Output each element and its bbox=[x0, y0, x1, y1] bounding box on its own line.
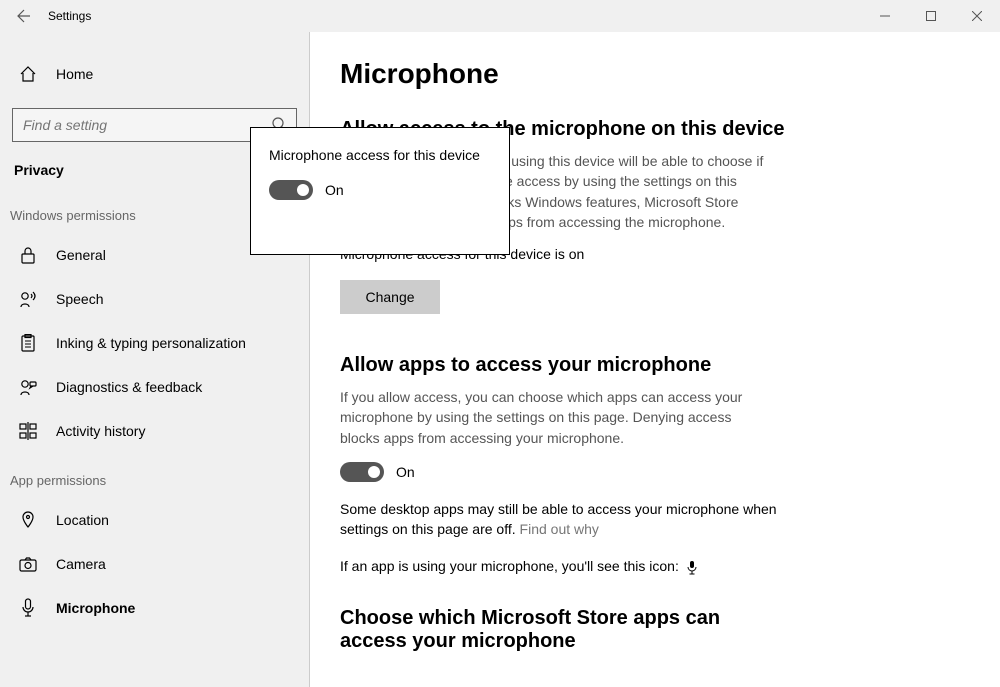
nav-label: Camera bbox=[56, 556, 106, 572]
nav-label: Activity history bbox=[56, 423, 145, 439]
back-button[interactable] bbox=[8, 0, 40, 32]
section2-heading: Allow apps to access your microphone bbox=[340, 354, 970, 377]
clipboard-icon bbox=[18, 333, 38, 353]
lock-icon bbox=[18, 245, 38, 265]
page-title: Microphone bbox=[340, 58, 970, 90]
group-label-app-permissions: App permissions bbox=[0, 473, 309, 488]
speech-icon bbox=[18, 289, 38, 309]
section2-note: Some desktop apps may still be able to a… bbox=[340, 500, 780, 539]
toggle-knob bbox=[368, 466, 380, 478]
find-out-why-link[interactable]: Find out why bbox=[520, 521, 599, 537]
maximize-icon bbox=[926, 11, 936, 21]
sidebar-item-activity[interactable]: Activity history bbox=[0, 409, 309, 453]
minimize-icon bbox=[880, 11, 890, 21]
section2-icon-note: If an app is using your microphone, you'… bbox=[340, 557, 780, 577]
popup-title: Microphone access for this device bbox=[269, 146, 491, 164]
change-button[interactable]: Change bbox=[340, 280, 440, 314]
apps-access-toggle[interactable] bbox=[340, 462, 384, 482]
microphone-access-popup: Microphone access for this device On bbox=[250, 127, 510, 255]
nav-label: Inking & typing personalization bbox=[56, 335, 246, 351]
sidebar-item-speech[interactable]: Speech bbox=[0, 277, 309, 321]
maximize-button[interactable] bbox=[908, 0, 954, 32]
sidebar-item-inking[interactable]: Inking & typing personalization bbox=[0, 321, 309, 365]
feedback-icon bbox=[18, 377, 38, 397]
device-access-toggle[interactable] bbox=[269, 180, 313, 200]
close-icon bbox=[972, 11, 982, 21]
device-access-toggle-label: On bbox=[325, 182, 344, 198]
nav-label: Location bbox=[56, 512, 109, 528]
nav-label: Diagnostics & feedback bbox=[56, 379, 202, 395]
sidebar-item-diagnostics[interactable]: Diagnostics & feedback bbox=[0, 365, 309, 409]
minimize-button[interactable] bbox=[862, 0, 908, 32]
microphone-icon bbox=[18, 598, 38, 618]
sidebar-home[interactable]: Home bbox=[0, 52, 309, 96]
sidebar-item-microphone[interactable]: Microphone bbox=[0, 586, 309, 630]
toggle-knob bbox=[297, 184, 309, 196]
sidebar-home-label: Home bbox=[56, 66, 93, 82]
location-icon bbox=[18, 510, 38, 530]
window-title: Settings bbox=[48, 9, 91, 23]
apps-access-toggle-label: On bbox=[396, 464, 415, 480]
close-button[interactable] bbox=[954, 0, 1000, 32]
nav-label: Microphone bbox=[56, 600, 135, 616]
camera-icon bbox=[18, 554, 38, 574]
sidebar-item-location[interactable]: Location bbox=[0, 498, 309, 542]
sidebar-item-camera[interactable]: Camera bbox=[0, 542, 309, 586]
section3-heading: Choose which Microsoft Store apps can ac… bbox=[340, 607, 780, 653]
microphone-indicator-icon bbox=[687, 561, 697, 575]
timeline-icon bbox=[18, 421, 38, 441]
nav-label: Speech bbox=[56, 291, 103, 307]
arrow-left-icon bbox=[16, 8, 32, 24]
home-icon bbox=[18, 64, 38, 84]
nav-label: General bbox=[56, 247, 106, 263]
section2-desc: If you allow access, you can choose whic… bbox=[340, 387, 770, 448]
